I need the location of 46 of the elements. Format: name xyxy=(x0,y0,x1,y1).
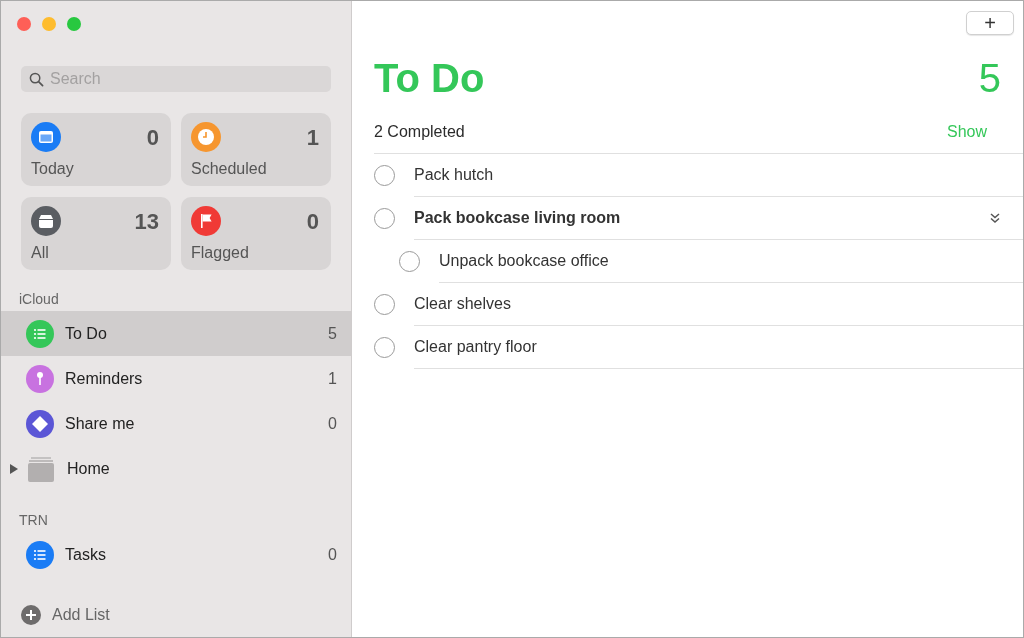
count: 1 xyxy=(306,125,319,151)
section-title: TRN xyxy=(18,511,49,530)
plus-icon xyxy=(21,605,41,625)
list-name: Tasks xyxy=(65,545,107,564)
close-button[interactable] xyxy=(17,17,31,31)
count: 5 xyxy=(978,55,1001,101)
count: 0 xyxy=(328,414,337,433)
section-title: iCloud xyxy=(18,290,60,309)
list-item[interactable]: Reminders 1 xyxy=(1,356,351,401)
card-label: All xyxy=(31,244,50,262)
reminder-title[interactable]: Clear pantry floor xyxy=(414,338,537,356)
chevron-icon[interactable] xyxy=(989,212,1001,224)
add-list-button[interactable]: Add List xyxy=(1,603,351,627)
list-item[interactable]: Tasks 0 xyxy=(1,532,351,577)
add-reminder-button[interactable]: + xyxy=(966,11,1014,35)
disclosure-triangle-icon[interactable] xyxy=(10,463,18,474)
count: 5 xyxy=(328,324,337,343)
reminder-title[interactable]: Pack hutch xyxy=(414,166,494,184)
list-name: Share me xyxy=(65,414,136,433)
reminder-title[interactable]: Pack bookcase living room xyxy=(414,209,621,227)
folder-icon xyxy=(27,454,55,483)
smart-list-card[interactable]: 0 Today xyxy=(21,113,171,186)
zoom-button[interactable] xyxy=(67,17,81,31)
card-label: Today xyxy=(31,160,75,178)
count: 0 xyxy=(146,125,159,151)
reminder-title[interactable]: Clear shelves xyxy=(414,295,511,313)
list-name: To Do xyxy=(65,324,108,343)
smart-list-card[interactable]: 13 All xyxy=(21,197,171,270)
count: 0 xyxy=(306,209,319,235)
card-label: Flagged xyxy=(191,244,250,262)
smart-list-card[interactable]: 0 Flagged xyxy=(181,197,331,270)
card-label: Scheduled xyxy=(191,160,268,178)
list-name: Reminders xyxy=(65,369,144,388)
list-item[interactable]: Share me 0 xyxy=(1,401,351,446)
list-name: Home xyxy=(67,459,111,478)
list-item[interactable]: Home xyxy=(1,446,351,491)
completed-count: 2 Completed xyxy=(374,123,465,141)
list-title: To Do xyxy=(374,55,485,101)
count: 13 xyxy=(134,209,159,235)
smart-list-card[interactable]: 1 Scheduled xyxy=(181,113,331,186)
search-icon xyxy=(29,72,44,87)
list-item[interactable]: To Do 5 xyxy=(1,311,351,356)
count: 0 xyxy=(328,545,337,564)
count: 1 xyxy=(328,369,337,388)
minimize-button[interactable] xyxy=(42,17,56,31)
reminder-title[interactable]: Unpack bookcase office xyxy=(439,252,609,270)
